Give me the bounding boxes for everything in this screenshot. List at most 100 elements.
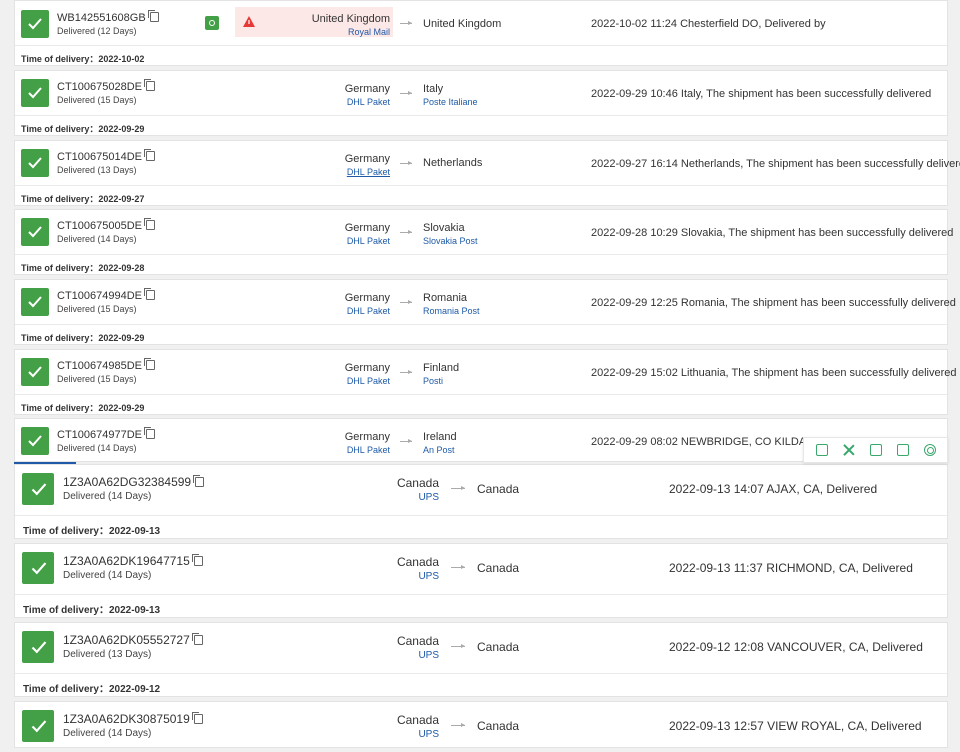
copy-icon[interactable] bbox=[191, 633, 203, 645]
destination-country: Canada bbox=[477, 482, 520, 496]
copy-icon[interactable] bbox=[144, 218, 156, 230]
copy-icon[interactable] bbox=[144, 288, 156, 300]
copy-icon[interactable] bbox=[144, 79, 156, 91]
copy-icon[interactable] bbox=[191, 554, 203, 566]
route-arrow-icon bbox=[400, 230, 412, 234]
origin-carrier[interactable]: UPS bbox=[418, 492, 439, 503]
shipment-card-5: CT100674985DE Delivered (15 Days) German… bbox=[14, 349, 956, 415]
shipment-card-4: CT100674994DE Delivered (15 Days) German… bbox=[14, 279, 956, 345]
tracking-number[interactable]: 1Z3A0A62DK30875019 bbox=[63, 712, 203, 726]
delivered-check-icon bbox=[22, 710, 54, 742]
latest-event: 2022-09-29 15:02 Lithuania, The shipment… bbox=[591, 367, 957, 379]
destination-carrier[interactable]: Romania Post bbox=[423, 306, 480, 316]
destination-carrier[interactable]: An Post bbox=[423, 445, 455, 455]
delivery-time: Time of delivery：2022-10-02 bbox=[21, 54, 145, 64]
tracking-number[interactable]: CT100674985DE bbox=[57, 358, 156, 372]
tracking-number[interactable]: CT100674994DE bbox=[57, 288, 156, 302]
latest-event: 2022-09-29 10:46 Italy, The shipment has… bbox=[591, 88, 932, 100]
delivery-time: Time of delivery：2022-09-13 bbox=[23, 605, 161, 616]
tracking-number[interactable]: CT100675028DE bbox=[57, 79, 156, 93]
tracking-number[interactable]: 1Z3A0A62DK19647715 bbox=[63, 554, 203, 568]
status-text: Delivered (13 Days) bbox=[57, 165, 137, 175]
destination-country: Romania bbox=[423, 292, 468, 304]
origin-carrier[interactable]: UPS bbox=[418, 650, 439, 661]
save-icon[interactable] bbox=[869, 444, 882, 456]
destination-country: Canada bbox=[477, 561, 520, 575]
latest-event: 2022-09-13 12:57 VIEW ROYAL, CA, Deliver… bbox=[669, 719, 922, 733]
status-text: Delivered (14 Days) bbox=[57, 234, 137, 244]
destination-country: Canada bbox=[477, 719, 520, 733]
delivered-check-icon bbox=[22, 473, 54, 505]
origin-country: Germany bbox=[344, 153, 390, 165]
origin-country: Germany bbox=[344, 83, 390, 95]
tracking-number[interactable]: 1Z3A0A62DG32384599 bbox=[63, 475, 205, 489]
route-arrow-icon bbox=[400, 439, 412, 443]
delivery-time: Time of delivery：2022-09-27 bbox=[21, 194, 145, 204]
origin-carrier[interactable]: DHL Paket bbox=[347, 306, 390, 316]
delivery-time: Time of delivery：2022-09-13 bbox=[23, 526, 161, 537]
route-arrow-icon bbox=[400, 161, 412, 165]
status-text: Delivered (12 Days) bbox=[57, 26, 137, 36]
copy-icon[interactable] bbox=[144, 427, 156, 439]
latest-event: 2022-10-02 11:24 Chesterfield DO, Delive… bbox=[591, 18, 826, 30]
delivery-time: Time of delivery：2022-09-29 bbox=[21, 403, 145, 413]
warning-icon bbox=[243, 16, 255, 27]
copy-icon[interactable] bbox=[191, 712, 203, 724]
route-arrow-icon bbox=[400, 300, 412, 304]
shipment-card-7: 1Z3A0A62DG32384599 Delivered (14 Days) C… bbox=[14, 464, 948, 539]
delivered-check-icon bbox=[21, 149, 49, 177]
status-text: Delivered (15 Days) bbox=[57, 374, 137, 384]
shipment-card-1: CT100675028DE Delivered (15 Days) German… bbox=[14, 70, 948, 136]
destination-country: Italy bbox=[423, 83, 444, 95]
share-icon[interactable] bbox=[896, 444, 909, 456]
route-arrow-icon bbox=[400, 370, 412, 374]
destination-carrier[interactable]: Posti bbox=[423, 376, 443, 386]
origin-carrier[interactable]: DHL Paket bbox=[347, 376, 390, 386]
latest-event: 2022-09-12 12:08 VANCOUVER, CA, Delivere… bbox=[669, 640, 923, 654]
floating-toolbar bbox=[803, 437, 948, 463]
delivered-check-icon bbox=[22, 552, 54, 584]
destination-carrier[interactable]: Poste Italiane bbox=[423, 97, 478, 107]
copy-icon[interactable] bbox=[815, 444, 828, 456]
shipment-card-3: CT100675005DE Delivered (14 Days) German… bbox=[14, 209, 953, 275]
active-indicator bbox=[14, 462, 76, 464]
destination-country: Slovakia bbox=[423, 222, 465, 234]
route-arrow-icon bbox=[451, 644, 465, 648]
origin-carrier[interactable]: DHL Paket bbox=[347, 97, 390, 107]
expand-icon[interactable] bbox=[843, 444, 855, 456]
origin-country: Germany bbox=[344, 431, 390, 443]
origin-country: Canada bbox=[396, 713, 439, 727]
origin-country: Canada bbox=[396, 555, 439, 569]
origin-carrier[interactable]: DHL Paket bbox=[347, 167, 390, 177]
origin-carrier[interactable]: UPS bbox=[418, 729, 439, 740]
tracking-number[interactable]: 1Z3A0A62DK05552727 bbox=[63, 633, 203, 647]
tracking-number[interactable]: CT100675014DE bbox=[57, 149, 156, 163]
origin-carrier[interactable]: DHL Paket bbox=[347, 445, 390, 455]
sync-icon[interactable] bbox=[205, 16, 219, 30]
origin-carrier[interactable]: DHL Paket bbox=[347, 236, 390, 246]
origin-carrier[interactable]: UPS bbox=[418, 571, 439, 582]
delivered-check-icon bbox=[21, 10, 49, 38]
copy-icon[interactable] bbox=[147, 10, 159, 22]
shipment-card-2: CT100675014DE Delivered (13 Days) German… bbox=[14, 140, 960, 206]
settings-icon[interactable] bbox=[923, 444, 936, 456]
delivery-time: Time of delivery：2022-09-12 bbox=[23, 684, 161, 695]
copy-icon[interactable] bbox=[144, 149, 156, 161]
destination-carrier[interactable]: Slovakia Post bbox=[423, 236, 478, 246]
destination-country: Netherlands bbox=[423, 157, 483, 169]
delivery-time: Time of delivery：2022-09-29 bbox=[21, 124, 145, 134]
status-text: Delivered (15 Days) bbox=[57, 95, 137, 105]
copy-icon[interactable] bbox=[144, 358, 156, 370]
destination-country: Ireland bbox=[423, 431, 457, 443]
shipment-card-9: 1Z3A0A62DK05552727 Delivered (13 Days) C… bbox=[14, 622, 948, 697]
destination-country: Canada bbox=[477, 640, 520, 654]
tracking-number[interactable]: CT100675005DE bbox=[57, 218, 156, 232]
route-arrow-icon bbox=[451, 723, 465, 727]
copy-icon[interactable] bbox=[193, 475, 205, 487]
tracking-number[interactable]: WB142551608GB bbox=[57, 10, 159, 24]
status-text: Delivered (13 Days) bbox=[63, 649, 152, 660]
origin-country: United Kingdom bbox=[311, 13, 390, 25]
tracking-number[interactable]: CT100674977DE bbox=[57, 427, 156, 441]
origin-carrier[interactable]: Royal Mail bbox=[348, 27, 390, 37]
status-text: Delivered (14 Days) bbox=[63, 728, 152, 739]
